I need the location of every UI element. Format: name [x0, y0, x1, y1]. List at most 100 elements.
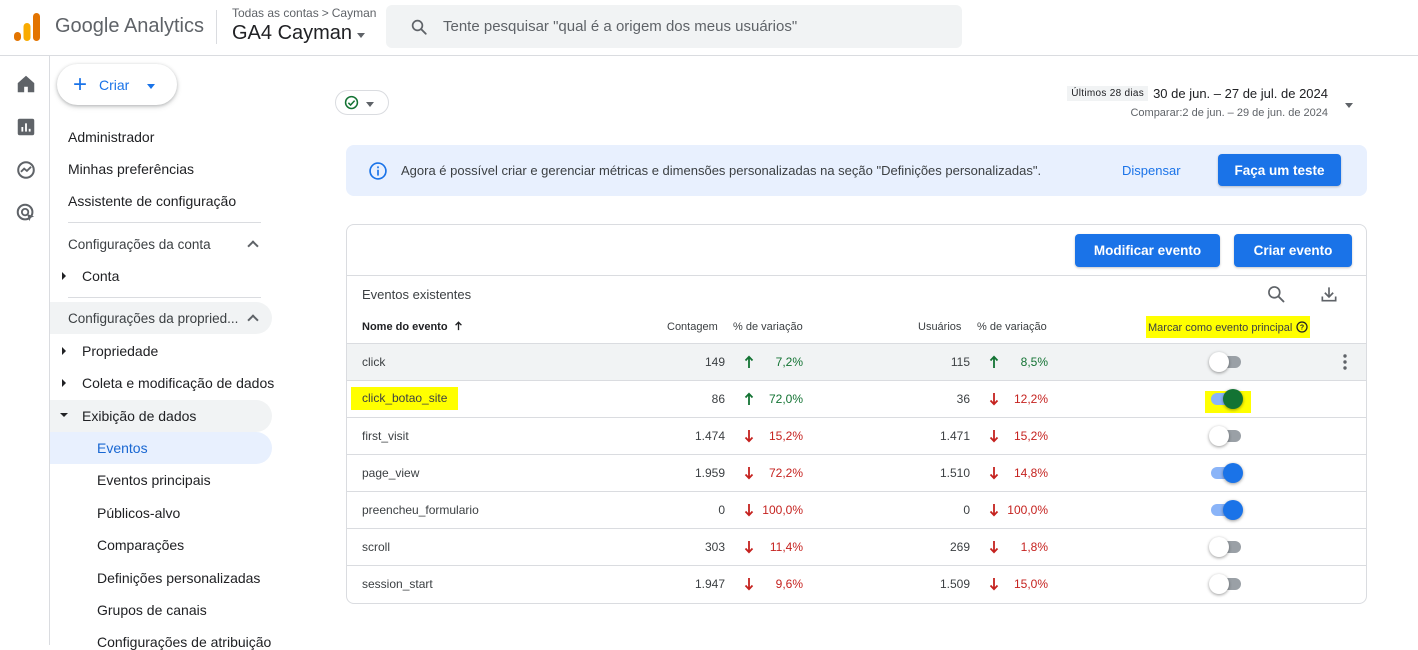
nav-property[interactable]: Propriedade [82, 343, 158, 359]
event-count: 86 [711, 392, 725, 406]
events-table-body: click 149 7,2% 115 8,5% click_botao_site 86 72,… [347, 344, 1366, 603]
nav-key-events[interactable]: Eventos principais [97, 472, 211, 488]
nav-custom-definitions[interactable]: Definições personalizadas [97, 570, 260, 586]
home-icon[interactable] [15, 73, 37, 95]
create-button[interactable]: + Criar [57, 64, 177, 105]
nav-channel-groups[interactable]: Grupos de canais [97, 602, 207, 618]
date-caret-down-icon[interactable] [1345, 103, 1353, 108]
nav-audiences[interactable]: Públicos-alvo [97, 505, 180, 521]
key-event-toggle[interactable] [1209, 574, 1243, 594]
nav-data-collection[interactable]: Coleta e modificação de dados [82, 375, 274, 391]
col-users[interactable]: Usuários [918, 321, 961, 333]
date-range-picker[interactable]: Últimos 28 dias 30 de jun. – 27 de jul. d… [1067, 85, 1328, 119]
reports-icon[interactable] [15, 116, 37, 138]
event-name[interactable]: preencheu_formulario [362, 503, 479, 517]
nav-events[interactable]: Eventos [97, 440, 148, 456]
caret-right-icon [62, 347, 66, 355]
nav-admin[interactable]: Administrador [68, 129, 154, 145]
key-event-toggle[interactable] [1209, 389, 1243, 409]
search-icon [411, 19, 427, 35]
table-row[interactable]: session_start 1.947 9,6% 1.509 15,0% [347, 566, 1366, 603]
key-event-toggle[interactable] [1209, 463, 1243, 483]
event-count: 1.959 [694, 466, 725, 480]
nav-divider [68, 222, 261, 223]
help-icon[interactable]: ? [1296, 321, 1308, 333]
col-key-event[interactable]: Marcar como evento principal ? [1146, 316, 1311, 338]
event-name[interactable]: click [362, 355, 385, 369]
property-selector[interactable]: GA4 Cayman [232, 22, 366, 45]
advertising-icon[interactable] [15, 202, 37, 224]
modify-event-button[interactable]: Modificar evento [1075, 234, 1220, 267]
download-icon[interactable] [1319, 284, 1339, 304]
more-vert-icon[interactable] [1343, 354, 1347, 370]
sort-arrow-up-icon [454, 321, 462, 331]
caret-right-icon [62, 272, 66, 280]
explore-icon[interactable] [15, 159, 37, 181]
count-change: 9,6% [775, 577, 803, 591]
search-bar[interactable] [386, 5, 962, 48]
create-label: Criar [99, 76, 130, 93]
google-analytics-logo-icon[interactable] [14, 13, 40, 41]
table-row[interactable]: scroll 303 11,4% 269 1,8% [347, 529, 1366, 566]
users-change: 15,0% [1013, 577, 1048, 591]
event-name[interactable]: scroll [362, 540, 390, 554]
nav-account[interactable]: Conta [82, 268, 119, 284]
admin-nav: + Criar Administrador Minhas preferência… [50, 56, 280, 650]
key-event-toggle[interactable] [1209, 352, 1243, 372]
status-filter-chip[interactable] [335, 90, 389, 115]
event-count: 1.474 [694, 429, 725, 443]
chevron-up-icon[interactable] [247, 240, 259, 252]
plus-icon: + [73, 70, 88, 98]
col-key-event-label: Marcar como evento principal [1148, 322, 1293, 334]
count-change: 15,2% [768, 429, 803, 443]
top-bar: Google Analytics Todas as contas > Cayman … [0, 0, 1418, 56]
event-count: 0 [718, 503, 725, 517]
search-input[interactable] [443, 18, 923, 35]
nav-setup-assistant[interactable]: Assistente de configuração [68, 193, 236, 209]
event-name[interactable]: page_view [362, 466, 419, 480]
nav-active-highlight [50, 432, 272, 464]
banner-text: Agora é possível criar e gerenciar métri… [401, 163, 1042, 178]
try-button[interactable]: Faça um teste [1218, 154, 1341, 186]
col-count[interactable]: Contagem [667, 321, 718, 333]
event-name[interactable]: session_start [362, 577, 433, 591]
table-row[interactable]: page_view 1.959 72,2% 1.510 14,8% [347, 455, 1366, 492]
table-title: Eventos existentes [362, 287, 472, 302]
user-count: 0 [963, 503, 970, 517]
nav-comparisons[interactable]: Comparações [97, 537, 184, 553]
dismiss-button[interactable]: Dispensar [1122, 163, 1181, 178]
key-event-toggle[interactable] [1209, 426, 1243, 446]
col-count-change[interactable]: % de variação [733, 321, 803, 333]
table-row[interactable]: preencheu_formulario 0 100,0% 0 100,0% [347, 492, 1366, 529]
table-row[interactable]: click_botao_site 86 72,0% 36 12,2% [347, 381, 1366, 418]
event-name[interactable]: click_botao_site [351, 387, 459, 410]
caret-down-icon [147, 83, 156, 89]
table-row[interactable]: first_visit 1.474 15,2% 1.471 15,2% [347, 418, 1366, 455]
nav-data-display[interactable]: Exibição de dados [82, 408, 196, 424]
date-range: 30 de jun. – 27 de jul. de 2024 [1153, 86, 1328, 101]
event-name[interactable]: first_visit [362, 429, 409, 443]
nav-attribution-settings[interactable]: Configurações de atribuição [97, 634, 271, 650]
key-event-toggle[interactable] [1209, 500, 1243, 520]
breadcrumb-all-accounts[interactable]: Todas as contas [232, 6, 319, 20]
date-compare: Comparar:2 de jun. – 29 de jun. de 2024 [1130, 107, 1328, 119]
nav-account-settings[interactable]: Configurações da conta [68, 237, 211, 252]
user-count: 1.510 [939, 466, 970, 480]
brand-name: Google Analytics [55, 15, 204, 37]
create-event-button[interactable]: Criar evento [1234, 234, 1352, 267]
user-count: 1.471 [939, 429, 970, 443]
col-event-name[interactable]: Nome do evento [362, 321, 463, 333]
event-count: 303 [704, 540, 725, 554]
col-users-change[interactable]: % de variação [977, 321, 1047, 333]
count-change: 7,2% [775, 355, 803, 369]
property-name: GA4 Cayman [232, 22, 353, 44]
breadcrumb[interactable]: Todas as contas > Cayman [232, 6, 376, 20]
search-icon[interactable] [1266, 284, 1286, 304]
table-row[interactable]: click 149 7,2% 115 8,5% [347, 344, 1366, 381]
caret-down-icon [366, 101, 374, 107]
nav-preferences[interactable]: Minhas preferências [68, 161, 194, 177]
breadcrumb-account[interactable]: Cayman [332, 6, 377, 20]
key-event-toggle[interactable] [1209, 537, 1243, 557]
nav-property-settings[interactable]: Configurações da propried... [68, 311, 238, 326]
users-change: 12,2% [1013, 392, 1048, 406]
